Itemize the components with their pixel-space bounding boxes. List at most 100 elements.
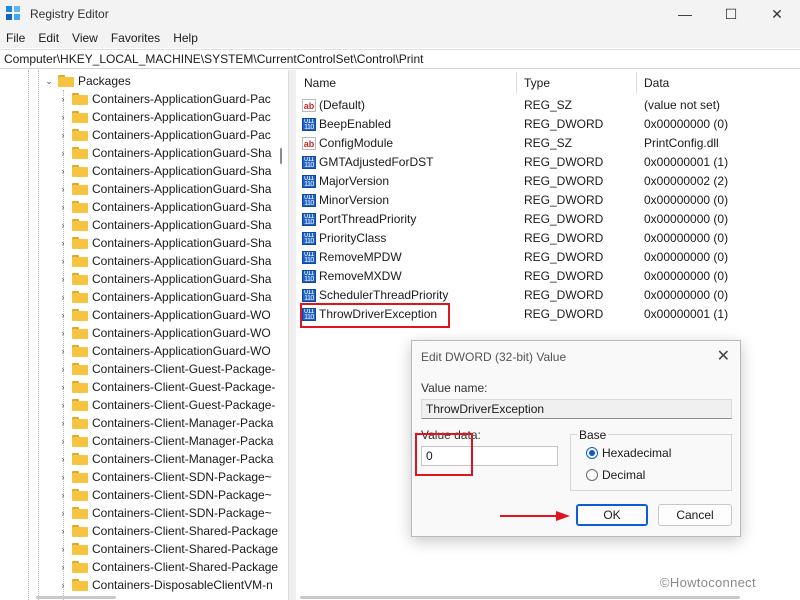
menu-help[interactable]: Help <box>173 31 198 45</box>
tree-item[interactable]: › Containers-ApplicationGuard-Sha <box>58 252 272 270</box>
chevron-right-icon[interactable]: › <box>58 508 68 518</box>
value-data-cell: 0x00000000 (0) <box>644 269 729 283</box>
tree-item[interactable]: › Containers-Client-Shared-Package <box>58 558 279 576</box>
tree-item[interactable]: › Containers-Client-SDN-Package~ <box>58 486 272 504</box>
cancel-button[interactable]: Cancel <box>658 504 732 526</box>
tree-scrollbar[interactable] <box>280 148 282 164</box>
close-button[interactable]: ✕ <box>754 0 800 28</box>
table-row[interactable]: ab (Default) REG_SZ (value not set) <box>296 96 800 115</box>
chevron-right-icon[interactable]: › <box>58 490 68 500</box>
column-header-data[interactable]: Data <box>636 70 796 96</box>
tree-item[interactable]: › Containers-ApplicationGuard-Sha <box>58 144 272 162</box>
tree-horizontal-scrollbar[interactable] <box>36 596 116 599</box>
table-row[interactable]: 011 110 RemoveMXDW REG_DWORD 0x00000000 (0) <box>296 267 800 286</box>
menu-favorites[interactable]: Favorites <box>111 31 160 45</box>
chevron-down-icon[interactable]: ⌄ <box>44 76 54 86</box>
hexadecimal-label[interactable]: Hexadecimal <box>602 446 671 460</box>
chevron-right-icon[interactable]: › <box>58 328 68 338</box>
tree-item[interactable]: › Containers-Client-Shared-Package <box>58 540 279 558</box>
chevron-right-icon[interactable]: › <box>58 112 68 122</box>
chevron-right-icon[interactable]: › <box>58 220 68 230</box>
decimal-label[interactable]: Decimal <box>602 468 645 482</box>
chevron-right-icon[interactable]: › <box>58 292 68 302</box>
pane-splitter[interactable] <box>288 70 296 600</box>
tree-item[interactable]: › Containers-Client-SDN-Package~ <box>58 504 272 522</box>
chevron-right-icon[interactable]: › <box>58 238 68 248</box>
maximize-button[interactable]: ☐ <box>708 0 754 28</box>
tree-item[interactable]: › Containers-ApplicationGuard-Sha <box>58 180 272 198</box>
chevron-right-icon[interactable]: › <box>58 184 68 194</box>
tree-item[interactable]: › Containers-DisposableClientVM-n <box>58 576 273 594</box>
decimal-radio[interactable] <box>586 469 598 481</box>
value-type-cell: REG_SZ <box>524 136 573 150</box>
tree-item[interactable]: › Containers-ApplicationGuard-Sha <box>58 162 272 180</box>
chevron-right-icon[interactable]: › <box>58 418 68 428</box>
tree-item[interactable]: › Containers-ApplicationGuard-Pac <box>58 126 271 144</box>
tree-item[interactable]: › Containers-ApplicationGuard-WO <box>58 324 271 342</box>
tree-item[interactable]: › Containers-ApplicationGuard-Pac <box>58 108 271 126</box>
chevron-right-icon[interactable]: › <box>58 166 68 176</box>
chevron-right-icon[interactable]: › <box>58 526 68 536</box>
table-row[interactable]: 011 110 RemoveMPDW REG_DWORD 0x00000000 (0) <box>296 248 800 267</box>
value-name-field[interactable] <box>421 399 732 419</box>
tree-item[interactable]: › Containers-ApplicationGuard-Sha <box>58 288 272 306</box>
tree-item[interactable]: › Containers-Client-Guest-Package- <box>58 396 276 414</box>
list-horizontal-scrollbar[interactable] <box>300 596 740 599</box>
chevron-right-icon[interactable]: › <box>58 148 68 158</box>
table-row[interactable]: 011 110 BeepEnabled REG_DWORD 0x00000000 (0) <box>296 115 800 134</box>
table-row[interactable]: 011 110 PriorityClass REG_DWORD 0x00000000 (… <box>296 229 800 248</box>
chevron-right-icon[interactable]: › <box>58 256 68 266</box>
table-row[interactable]: 011 110 PortThreadPriority REG_DWORD 0x00000… <box>296 210 800 229</box>
chevron-right-icon[interactable]: › <box>58 400 68 410</box>
chevron-right-icon[interactable]: › <box>58 436 68 446</box>
tree-item[interactable]: › Containers-ApplicationGuard-Sha <box>58 270 272 288</box>
chevron-right-icon[interactable]: › <box>58 130 68 140</box>
tree-item[interactable]: › Containers-ApplicationGuard-Sha <box>58 216 272 234</box>
chevron-right-icon[interactable]: › <box>58 202 68 212</box>
chevron-right-icon[interactable]: › <box>58 544 68 554</box>
column-header-name[interactable]: Name <box>296 70 516 96</box>
tree-item[interactable]: › Containers-ApplicationGuard-WO <box>58 342 271 360</box>
hexadecimal-radio[interactable] <box>586 447 598 459</box>
menu-edit[interactable]: Edit <box>38 31 59 45</box>
menu-file[interactable]: File <box>6 31 25 45</box>
folder-icon <box>72 579 88 591</box>
tree-item[interactable]: › Containers-Client-Manager-Packa <box>58 414 274 432</box>
tree-item[interactable]: › Containers-Client-Guest-Package- <box>58 378 276 396</box>
minimize-button[interactable]: — <box>662 0 708 28</box>
address-bar[interactable]: Computer\HKEY_LOCAL_MACHINE\SYSTEM\Curre… <box>0 49 800 69</box>
dialog-close-icon[interactable]: ✕ <box>717 346 730 366</box>
tree-item[interactable]: › Containers-Client-Guest-Package- <box>58 360 276 378</box>
chevron-right-icon[interactable]: › <box>58 472 68 482</box>
column-header-type[interactable]: Type <box>516 70 636 96</box>
table-row[interactable]: 011 110 GMTAdjustedForDST REG_DWORD 0x000000… <box>296 153 800 172</box>
value-data-cell: (value not set) <box>644 98 721 112</box>
table-row[interactable]: 011 110 MinorVersion REG_DWORD 0x00000000 (0… <box>296 191 800 210</box>
ok-button[interactable]: OK <box>576 504 648 526</box>
chevron-right-icon[interactable]: › <box>58 382 68 392</box>
tree-item-packages[interactable]: ⌄ Packages <box>44 72 130 90</box>
tree-item[interactable]: › Containers-ApplicationGuard-Pac <box>58 90 271 108</box>
menu-view[interactable]: View <box>72 31 98 45</box>
chevron-right-icon[interactable]: › <box>58 580 68 590</box>
chevron-right-icon[interactable]: › <box>58 562 68 572</box>
table-row[interactable]: ab ConfigModule REG_SZ PrintConfig.dll <box>296 134 800 153</box>
chevron-right-icon[interactable]: › <box>58 454 68 464</box>
tree-item[interactable]: › Containers-ApplicationGuard-WO <box>58 306 271 324</box>
tree-item[interactable]: › Containers-Client-Manager-Packa <box>58 450 274 468</box>
folder-icon <box>72 309 88 321</box>
tree-item-label: Containers-ApplicationGuard-WO <box>92 326 271 340</box>
chevron-right-icon[interactable]: › <box>58 310 68 320</box>
chevron-right-icon[interactable]: › <box>58 94 68 104</box>
table-row[interactable]: 011 110 MajorVersion REG_DWORD 0x00000002 (2… <box>296 172 800 191</box>
chevron-right-icon[interactable]: › <box>58 274 68 284</box>
tree-item[interactable]: › Containers-Client-Manager-Packa <box>58 432 274 450</box>
value-data-cell: 0x00000000 (0) <box>644 117 729 131</box>
tree-item[interactable]: › Containers-ApplicationGuard-Sha <box>58 234 272 252</box>
tree-item[interactable]: › Containers-ApplicationGuard-Sha <box>58 198 272 216</box>
tree-item[interactable]: › Containers-Client-Shared-Package <box>58 522 279 540</box>
chevron-right-icon[interactable]: › <box>58 346 68 356</box>
chevron-right-icon[interactable]: › <box>58 364 68 374</box>
edit-dword-dialog: Edit DWORD (32-bit) Value ✕ Value name: … <box>411 340 741 537</box>
tree-item[interactable]: › Containers-Client-SDN-Package~ <box>58 468 272 486</box>
